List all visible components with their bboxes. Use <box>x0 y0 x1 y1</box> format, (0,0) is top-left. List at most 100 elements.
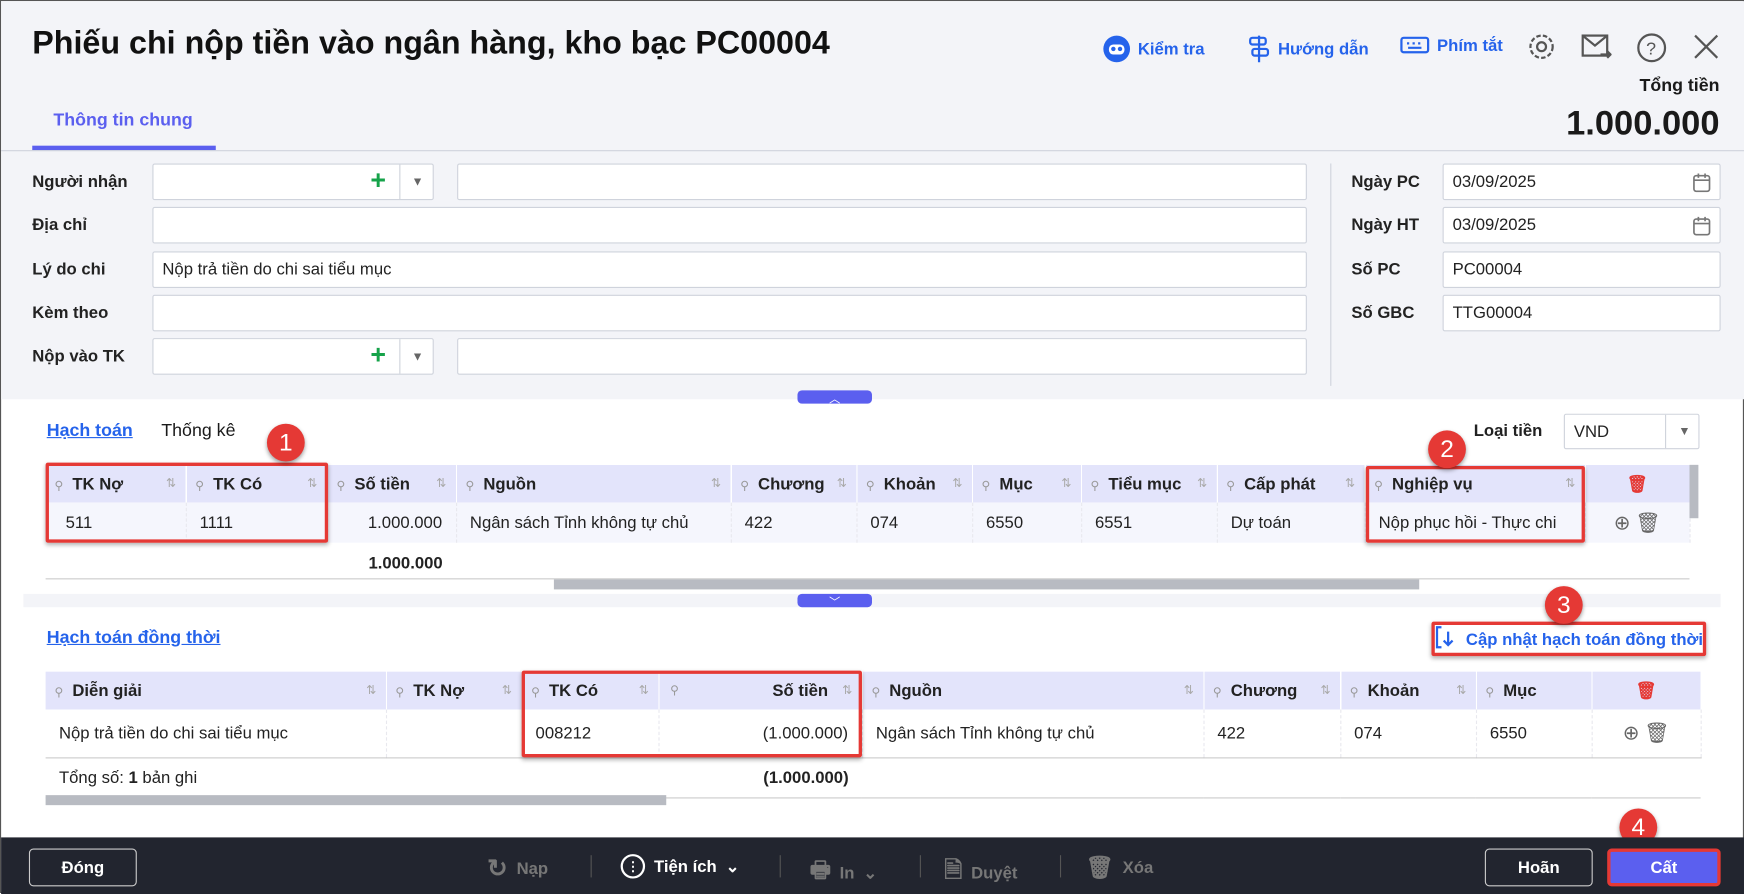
chevron-down-icon: ﹀ <box>829 596 841 609</box>
cell-chuong[interactable]: 422 <box>730 502 857 543</box>
currency-label: Loại tiền <box>1473 421 1543 441</box>
col-nguon[interactable]: ⚲ Nguồn ⇅ <box>861 671 1204 710</box>
step-badge: 2 <box>1428 430 1466 469</box>
cell-muc[interactable]: 6550 <box>1475 709 1593 758</box>
address-input[interactable] <box>152 206 1307 244</box>
col-muc[interactable]: ⚲ Mục ⇅ <box>972 464 1082 503</box>
delete-all-icon[interactable]: 🗑 <box>1584 464 1691 503</box>
date-ht-value: 03/09/2025 <box>1452 215 1537 235</box>
page-title: Phiếu chi nộp tiền vào ngân hàng, kho bạ… <box>32 25 830 62</box>
horizontal-scrollbar[interactable] <box>45 795 667 806</box>
attach-input[interactable] <box>152 294 1307 332</box>
help-icon[interactable]: ? <box>1636 32 1667 63</box>
print-button[interactable]: 🖶 In ⌄ <box>810 854 878 892</box>
trash-icon[interactable]: 🗑 <box>1644 721 1669 743</box>
reload-button[interactable]: ↻ Nạp <box>487 854 548 883</box>
approve-button[interactable]: 🗎 Duyệt <box>944 854 1017 892</box>
cell-tieu-muc[interactable]: 6551 <box>1081 502 1218 543</box>
add-row-icon[interactable]: ⊕ <box>1614 511 1631 533</box>
cell-tk-no[interactable] <box>385 709 523 758</box>
recipient-name-input[interactable] <box>457 163 1307 201</box>
col-muc[interactable]: ⚲ Mục <box>1475 671 1593 710</box>
recipient-combo[interactable]: + ▼ <box>152 163 434 201</box>
cell-chuong[interactable]: 422 <box>1203 709 1341 758</box>
col-tieu-muc[interactable]: ⚲ Tiểu mục ⇅ <box>1081 464 1218 503</box>
cell-khoan[interactable]: 074 <box>1340 709 1477 758</box>
highlight-box <box>45 462 329 543</box>
calendar-icon[interactable] <box>1693 172 1711 196</box>
reason-input[interactable]: Nộp trả tiền do chi sai tiểu mục <box>152 251 1307 289</box>
total-row: 1.000.000 <box>46 543 1690 583</box>
currency-value: VND <box>1573 422 1610 441</box>
collapse-button[interactable]: ︿ <box>797 390 872 406</box>
so-pc-input[interactable]: PC00004 <box>1442 251 1721 289</box>
highlight-box <box>521 670 862 758</box>
chevron-down-icon: ▼ <box>1678 424 1691 439</box>
gear-icon[interactable] <box>1527 32 1556 61</box>
col-tk-no[interactable]: ⚲ TK Nợ ⇅ <box>385 671 523 710</box>
col-chuong[interactable]: ⚲ Chương ⇅ <box>1203 671 1341 710</box>
voucher-window: Phiếu chi nộp tiền vào ngân hàng, kho bạ… <box>0 0 1744 894</box>
robot-icon <box>1102 34 1131 63</box>
cell-dien-giai[interactable]: Nộp trả tiền do chi sai tiểu mục <box>45 709 387 758</box>
date-ht-input[interactable]: 03/09/2025 <box>1442 206 1721 244</box>
total-row: Tổng số: 1 bản ghi (1.000.000) <box>45 757 1701 798</box>
tab-accounting[interactable]: Hạch toán <box>47 421 133 441</box>
add-icon[interactable]: + <box>370 342 386 370</box>
svg-text:?: ? <box>1646 38 1656 58</box>
col-cap-phat[interactable]: ⚲ Cấp phát ⇅ <box>1216 464 1366 503</box>
so-pc-label: Số PC <box>1351 260 1401 280</box>
utilities-button[interactable]: ⋮ Tiện ích ⌄ <box>620 854 740 879</box>
close-button[interactable]: Đóng <box>28 848 137 887</box>
cell-muc[interactable]: 6550 <box>972 502 1082 543</box>
account-combo[interactable]: + ▼ <box>152 338 434 375</box>
horizontal-scrollbar[interactable] <box>553 579 1420 590</box>
close-icon[interactable] <box>1692 32 1721 61</box>
trash-icon[interactable]: 🗑 <box>1635 511 1660 533</box>
add-row-icon[interactable]: ⊕ <box>1623 721 1640 743</box>
divider <box>1 150 1744 152</box>
calendar-icon[interactable] <box>1693 216 1711 240</box>
chevron-down-icon[interactable]: ▼ <box>412 350 424 363</box>
cell-so-tien[interactable]: 1.000.000 <box>326 502 457 543</box>
mail-forward-icon[interactable] <box>1580 32 1612 61</box>
cell-nguon[interactable]: Ngân sách Tỉnh không tự chủ <box>456 502 732 543</box>
cell-cap-phat[interactable]: Dự toán <box>1216 502 1366 543</box>
so-gbc-input[interactable]: TTG00004 <box>1442 294 1721 332</box>
postpone-button[interactable]: Hoãn <box>1484 848 1593 887</box>
total-amount: 1.000.000 <box>1566 103 1720 143</box>
reason-label: Lý do chi <box>32 260 106 280</box>
divider <box>1330 163 1332 386</box>
col-so-tien[interactable]: ⚲ Số tiền ⇅ <box>326 464 457 503</box>
tab-general-info[interactable]: Thông tin chung <box>53 111 192 131</box>
expand-button[interactable]: ﹀ <box>797 593 872 609</box>
footer-toolbar: Đóng ↻ Nạp ⋮ Tiện ích ⌄ 🖶 In ⌄ 🗎 Duyệt 🗑 Xóa Ho… <box>1 837 1744 894</box>
account-name-input[interactable] <box>457 338 1307 375</box>
check-button[interactable]: Kiểm tra <box>1102 34 1205 63</box>
total-amount: 1.000.000 <box>368 553 443 573</box>
save-button[interactable]: Cất <box>1607 848 1721 887</box>
delete-all-icon[interactable]: 🗑 <box>1591 671 1702 710</box>
currency-select[interactable]: VND ▼ <box>1563 413 1700 450</box>
col-khoan[interactable]: ⚲ Khoản ⇅ <box>1340 671 1477 710</box>
cell-khoan[interactable]: 074 <box>856 502 973 543</box>
col-chuong[interactable]: ⚲ Chương ⇅ <box>730 464 857 503</box>
vertical-scrollbar[interactable] <box>1689 464 1699 519</box>
chevron-up-icon: ︿ <box>829 393 841 406</box>
guide-button[interactable]: Hướng dẫn <box>1247 34 1369 63</box>
cell-nguon[interactable]: Ngân sách Tỉnh không tự chủ <box>861 709 1204 758</box>
tab-statistics[interactable]: Thống kê <box>161 421 235 441</box>
col-nguon[interactable]: ⚲ Nguồn ⇅ <box>456 464 732 503</box>
shortcut-label: Phím tắt <box>1437 36 1503 56</box>
table-row[interactable]: Nộp trả tiền do chi sai tiểu mục 008212 … <box>45 709 1702 758</box>
date-pc-input[interactable]: 03/09/2025 <box>1442 163 1721 201</box>
shortcut-button[interactable]: Phím tắt <box>1399 34 1503 56</box>
highlight-box <box>1431 621 1707 657</box>
chevron-down-icon: ⌄ <box>725 857 740 877</box>
col-khoan[interactable]: ⚲ Khoản ⇅ <box>856 464 973 503</box>
delete-button[interactable]: 🗑 Xóa <box>1086 854 1154 882</box>
col-dien-giai[interactable]: ⚲ Diễn giải ⇅ <box>45 671 387 710</box>
add-icon[interactable]: + <box>370 167 386 195</box>
chevron-down-icon[interactable]: ▼ <box>412 176 424 189</box>
section-title-concurrent[interactable]: Hạch toán đồng thời <box>47 628 221 648</box>
